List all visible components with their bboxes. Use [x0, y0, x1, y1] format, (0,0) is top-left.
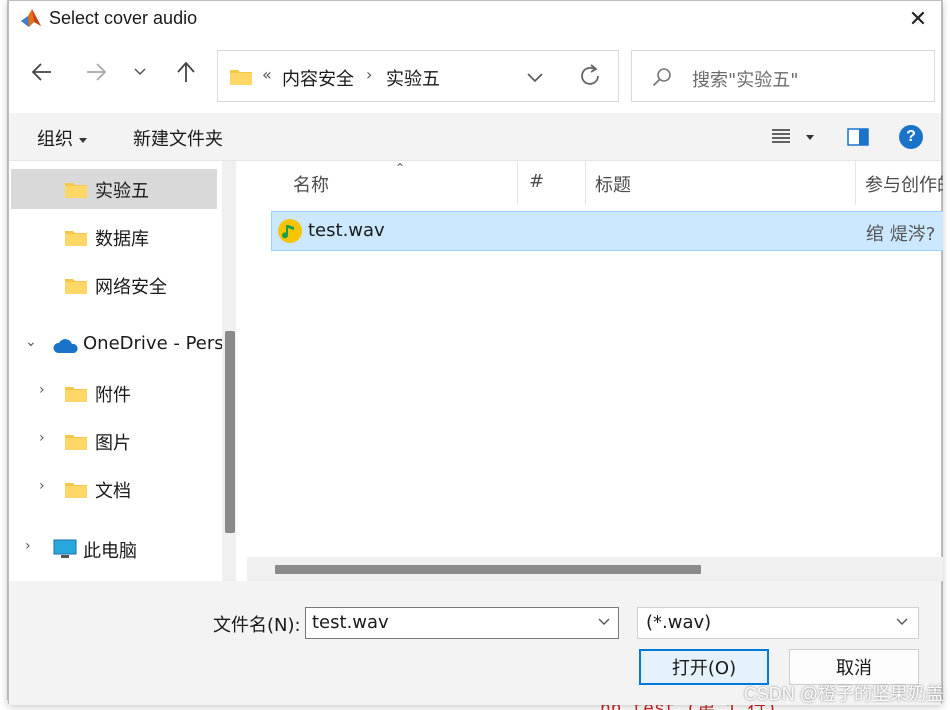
expand-chevron-icon[interactable]: ›	[39, 382, 45, 398]
file-name: test.wav	[308, 220, 385, 241]
filename-label: 文件名(N):	[213, 615, 301, 636]
sidebar-item-此电脑[interactable]: › 此电脑	[11, 529, 217, 569]
background-right-edge	[942, 0, 950, 710]
folder-icon	[65, 483, 87, 498]
sidebar-item-label: 网络安全	[95, 277, 167, 298]
sidebar-item-图片[interactable]: › 图片	[11, 421, 217, 461]
sidebar-item-label: OneDrive - Pers	[83, 333, 224, 354]
chevron-down-icon	[896, 618, 908, 625]
arrow-right-icon	[87, 63, 107, 81]
overflow-chevron-icon[interactable]: «	[262, 65, 272, 84]
filename-field[interactable]: test.wav	[305, 607, 619, 639]
search-placeholder[interactable]: 搜索"实验五"	[692, 66, 799, 92]
folder-icon	[65, 231, 87, 246]
file-type-value: (*.wav)	[646, 612, 712, 633]
folder-icon	[65, 183, 87, 198]
filename-value[interactable]: test.wav	[312, 612, 389, 633]
horizontal-scrollbar-thumb[interactable]	[275, 565, 701, 574]
close-icon: ✕	[908, 6, 928, 32]
chevron-down-icon	[134, 68, 146, 76]
column-header-title[interactable]: 标题	[595, 161, 845, 205]
sidebar-item-onedrive[interactable]: ⌄ OneDrive - Pers	[11, 325, 224, 365]
sidebar-scrollbar-thumb[interactable]	[225, 331, 235, 533]
sidebar-item-label: 附件	[95, 385, 131, 406]
expand-chevron-icon[interactable]: ›	[39, 478, 45, 494]
chevron-down-icon[interactable]	[598, 618, 610, 626]
column-divider[interactable]	[517, 161, 518, 205]
column-header-name[interactable]: 名称	[293, 161, 513, 205]
navigation-pane[interactable]: 实验五 数据库 网络安全 ⌄ OneDrive - Pers › 附件 › 图片…	[9, 161, 241, 581]
address-bar[interactable]: « 内容安全 › 实验五	[217, 50, 619, 102]
folder-icon	[65, 387, 87, 402]
new-folder-button[interactable]: 新建文件夹	[133, 125, 223, 151]
sidebar-item-数据库[interactable]: 数据库	[11, 217, 217, 257]
caret-down-icon[interactable]	[806, 135, 814, 140]
refresh-icon[interactable]	[578, 63, 602, 89]
open-button-label: 打开(O)	[671, 658, 737, 679]
column-header-label: 参与创作的	[865, 175, 943, 196]
sidebar-item-附件[interactable]: › 附件	[11, 373, 217, 413]
sidebar-item-label: 图片	[95, 433, 131, 454]
column-divider[interactable]	[585, 161, 586, 205]
file-open-dialog: Select cover audio ✕ « 内容安全 › 实验五 搜索"实验五…	[8, 0, 943, 705]
search-icon	[652, 68, 671, 87]
up-button[interactable]	[171, 57, 201, 87]
sidebar-item-网络安全[interactable]: 网络安全	[11, 265, 217, 305]
arrow-left-icon	[31, 63, 51, 81]
qq-music-icon	[278, 219, 302, 243]
breadcrumb-separator-icon[interactable]: ›	[366, 65, 372, 84]
close-button[interactable]: ✕	[901, 3, 935, 35]
onedrive-icon	[53, 339, 78, 353]
organize-menu[interactable]: 组织	[37, 125, 87, 151]
file-list[interactable]: ⌃ 名称 # 标题 参与创作的 test.wav 绾 煶涔?	[247, 161, 943, 581]
column-divider[interactable]	[855, 161, 856, 205]
back-button[interactable]	[27, 57, 57, 87]
recent-locations-button[interactable]	[125, 57, 155, 87]
arrow-up-icon	[177, 61, 195, 82]
sidebar-item-label: 文档	[95, 481, 131, 502]
matlab-icon	[21, 9, 41, 27]
folder-icon	[65, 279, 87, 294]
expand-chevron-icon[interactable]: ›	[25, 538, 31, 554]
chevron-down-icon[interactable]	[526, 66, 544, 88]
breadcrumb-item[interactable]: 实验五	[386, 65, 440, 91]
folder-icon	[65, 435, 87, 450]
sidebar-item-实验五[interactable]: 实验五	[11, 169, 217, 209]
horizontal-scrollbar-track[interactable]	[247, 557, 943, 581]
window-title: Select cover audio	[49, 8, 198, 28]
help-icon[interactable]: ?	[899, 125, 923, 149]
caret-down-icon	[79, 137, 87, 143]
expand-chevron-icon[interactable]: ›	[39, 430, 45, 446]
column-header-contributing-artists[interactable]: 参与创作的	[865, 161, 943, 205]
preview-pane-icon[interactable]	[847, 128, 869, 146]
computer-icon	[53, 539, 77, 558]
search-box[interactable]: 搜索"实验五"	[631, 50, 935, 102]
title-bar: Select cover audio ✕	[9, 1, 941, 37]
forward-button[interactable]	[81, 57, 111, 87]
cancel-button-label: 取消	[836, 658, 872, 679]
new-folder-label: 新建文件夹	[133, 129, 223, 150]
breadcrumb-item[interactable]: 内容安全	[282, 65, 354, 91]
view-list-icon[interactable]	[771, 127, 791, 145]
sidebar-item-label: 实验五	[95, 181, 149, 202]
expand-chevron-icon[interactable]: ⌄	[25, 334, 37, 350]
file-artist: 绾 煶涔?	[866, 224, 936, 245]
sidebar-item-label: 数据库	[95, 229, 149, 250]
file-type-select[interactable]: (*.wav)	[637, 607, 919, 639]
background-left-edge	[0, 0, 8, 710]
column-header-label: 标题	[595, 175, 631, 196]
file-row[interactable]: test.wav 绾 煶涔?	[271, 211, 943, 251]
organize-label: 组织	[37, 129, 73, 150]
watermark: CSDN @橙子的坚果奶盖	[743, 684, 944, 704]
sidebar-item-文档[interactable]: › 文档	[11, 469, 217, 509]
column-header-number[interactable]: #	[529, 161, 579, 205]
command-bar: 组织 新建文件夹 ?	[9, 113, 941, 161]
column-header-label: 名称	[293, 175, 329, 196]
folder-icon	[230, 70, 252, 85]
column-header-label: #	[529, 171, 545, 192]
sidebar-item-label: 此电脑	[83, 541, 137, 562]
